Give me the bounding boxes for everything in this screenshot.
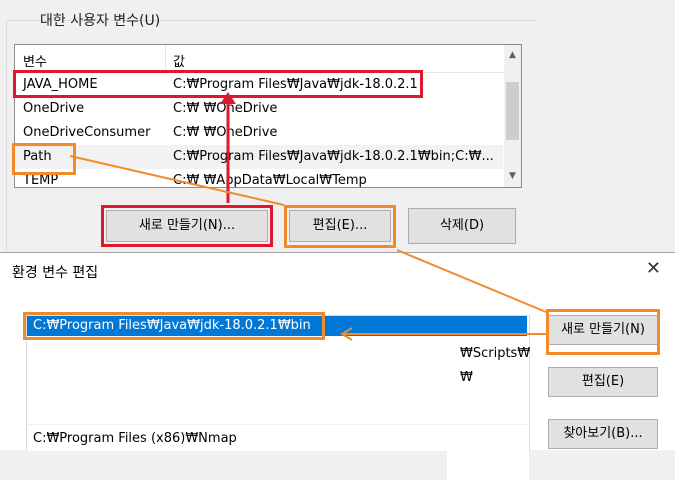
red-arrow-head-icon (220, 92, 236, 104)
annotation-arrows (69, 92, 547, 341)
orange-line-edit-to-new (396, 249, 547, 313)
orange-line-path-to-edit (69, 155, 285, 206)
